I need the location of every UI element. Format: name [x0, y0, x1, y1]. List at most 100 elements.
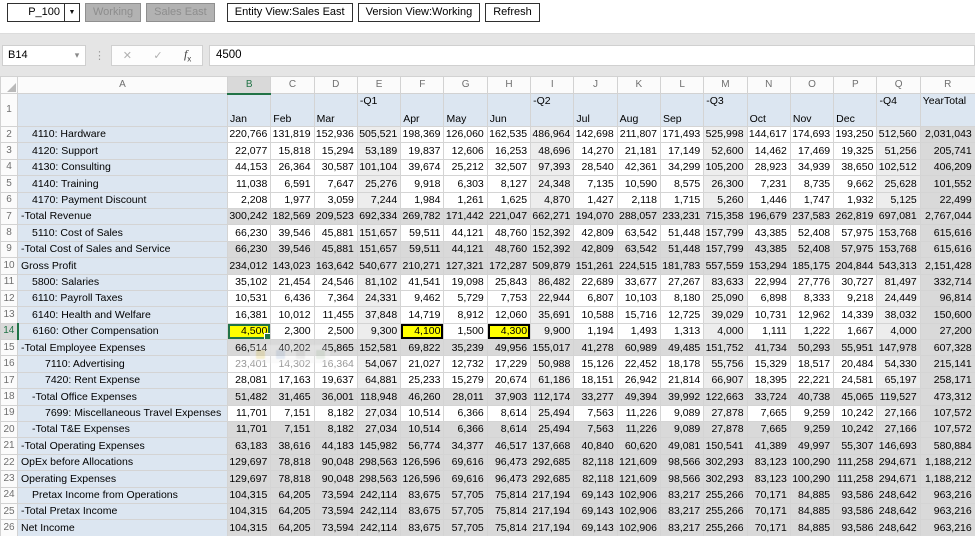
cell-K20[interactable]: 11,226 [616, 421, 661, 439]
cell-B12[interactable]: 10,531 [226, 289, 272, 308]
cell-A1[interactable] [17, 93, 228, 127]
cell-J6[interactable]: 1,427 [573, 191, 618, 209]
cell-D18[interactable]: 36,001 [313, 388, 358, 406]
row-header-22[interactable]: 22 [0, 453, 18, 472]
cell-O26[interactable]: 84,885 [789, 519, 835, 536]
cell-F9[interactable]: 59,511 [400, 240, 445, 259]
cell-A8[interactable]: 5110: Cost of Sales [17, 224, 228, 242]
cell-N10[interactable]: 153,294 [746, 257, 791, 275]
cell-B17[interactable]: 28,081 [226, 371, 272, 390]
refresh-button[interactable]: Refresh [485, 3, 540, 22]
cell-Q17[interactable]: 65,197 [876, 371, 921, 390]
cell-I7[interactable]: 662,271 [530, 207, 575, 226]
cell-F17[interactable]: 25,233 [400, 371, 445, 390]
cell-C25[interactable]: 64,205 [270, 502, 315, 521]
cell-A10[interactable]: Gross Profit [17, 257, 228, 275]
row-header-18[interactable]: 18 [0, 388, 18, 406]
row-header-2[interactable]: 2 [0, 125, 18, 144]
cell-H1[interactable]: Jun [486, 93, 532, 127]
cell-P15[interactable]: 55,951 [833, 339, 878, 357]
cell-R19[interactable]: 107,572 [919, 404, 975, 423]
cell-G24[interactable]: 57,705 [443, 486, 488, 504]
cell-M1[interactable]: -Q3 [703, 93, 748, 127]
cell-F14[interactable]: 4,100 [400, 322, 445, 341]
cell-A14[interactable]: 6160: Other Compensation [17, 322, 228, 341]
cell-C10[interactable]: 143,023 [270, 257, 315, 275]
cell-C20[interactable]: 7,151 [270, 421, 315, 439]
cell-H10[interactable]: 172,287 [486, 257, 532, 275]
cell-P2[interactable]: 193,250 [833, 125, 878, 144]
cell-F1[interactable]: Apr [400, 93, 445, 127]
cell-J4[interactable]: 28,540 [573, 158, 618, 177]
cell-I25[interactable]: 217,194 [530, 502, 575, 521]
cell-E23[interactable]: 298,563 [356, 470, 402, 488]
cell-O11[interactable]: 27,776 [789, 273, 835, 291]
cell-D23[interactable]: 90,048 [313, 470, 358, 488]
cell-B19[interactable]: 11,701 [226, 404, 272, 423]
cell-L8[interactable]: 51,448 [659, 224, 705, 242]
entity-view-button[interactable]: Entity View:Sales East [226, 3, 353, 22]
cell-G18[interactable]: 28,011 [443, 388, 488, 406]
cell-Q22[interactable]: 294,671 [876, 453, 921, 472]
cell-I6[interactable]: 4,870 [530, 191, 575, 209]
cell-L19[interactable]: 9,089 [659, 404, 705, 423]
cell-H5[interactable]: 8,127 [486, 175, 532, 193]
cell-R25[interactable]: 963,216 [919, 502, 975, 521]
cell-P10[interactable]: 204,844 [833, 257, 878, 275]
cell-Q4[interactable]: 102,512 [876, 158, 921, 177]
cell-F24[interactable]: 83,675 [400, 486, 445, 504]
cell-I9[interactable]: 152,392 [530, 240, 575, 259]
cell-R3[interactable]: 205,741 [919, 142, 975, 160]
cell-J8[interactable]: 42,809 [573, 224, 618, 242]
cell-L26[interactable]: 83,217 [659, 519, 705, 536]
cell-N9[interactable]: 43,385 [746, 240, 791, 259]
cell-L21[interactable]: 49,081 [659, 437, 705, 455]
cell-K10[interactable]: 224,515 [616, 257, 661, 275]
cell-N18[interactable]: 33,724 [746, 388, 791, 406]
cell-R22[interactable]: 1,188,212 [919, 453, 975, 472]
cell-G7[interactable]: 171,442 [443, 207, 488, 226]
cell-L1[interactable]: Sep [659, 93, 705, 127]
confirm-icon[interactable]: ✓ [153, 49, 162, 62]
cell-M24[interactable]: 255,266 [703, 486, 748, 504]
cell-M3[interactable]: 52,600 [703, 142, 748, 160]
chevron-down-icon[interactable]: ▼ [64, 4, 79, 21]
cell-A19[interactable]: 7699: Miscellaneous Travel Expenses [17, 404, 228, 423]
cell-Q3[interactable]: 51,256 [876, 142, 921, 160]
cell-B22[interactable]: 129,697 [226, 453, 272, 472]
cell-R17[interactable]: 258,171 [919, 371, 975, 390]
column-header-Q[interactable]: Q [876, 76, 921, 94]
cell-H22[interactable]: 96,473 [486, 453, 532, 472]
cell-N12[interactable]: 6,898 [746, 289, 791, 308]
cell-C8[interactable]: 39,546 [270, 224, 315, 242]
cell-F20[interactable]: 10,514 [400, 421, 445, 439]
cell-D2[interactable]: 152,936 [313, 125, 358, 144]
cell-K1[interactable]: Aug [616, 93, 661, 127]
cell-E25[interactable]: 242,114 [356, 502, 402, 521]
cell-M20[interactable]: 27,878 [703, 421, 748, 439]
cell-H4[interactable]: 32,507 [486, 158, 532, 177]
column-header-I[interactable]: I [530, 76, 575, 94]
row-header-13[interactable]: 13 [0, 306, 18, 324]
cell-C26[interactable]: 64,205 [270, 519, 315, 536]
cell-J11[interactable]: 22,689 [573, 273, 618, 291]
cell-F23[interactable]: 126,596 [400, 470, 445, 488]
cell-R14[interactable]: 27,200 [919, 322, 975, 341]
cell-F4[interactable]: 39,674 [400, 158, 445, 177]
cell-K9[interactable]: 63,542 [616, 240, 661, 259]
cell-E6[interactable]: 7,244 [356, 191, 402, 209]
cell-H15[interactable]: 49,956 [486, 339, 532, 357]
cell-B10[interactable]: 234,012 [226, 257, 272, 275]
cell-O5[interactable]: 8,735 [789, 175, 835, 193]
cell-I15[interactable]: 155,017 [530, 339, 575, 357]
cell-J23[interactable]: 82,118 [573, 470, 618, 488]
cell-C4[interactable]: 26,364 [270, 158, 315, 177]
cell-P5[interactable]: 9,662 [833, 175, 878, 193]
cell-D10[interactable]: 163,642 [313, 257, 358, 275]
cell-G8[interactable]: 44,121 [443, 224, 488, 242]
column-header-P[interactable]: P [833, 76, 878, 94]
cell-C3[interactable]: 15,818 [270, 142, 315, 160]
cell-F6[interactable]: 1,984 [400, 191, 445, 209]
cell-J17[interactable]: 18,151 [573, 371, 618, 390]
chevron-down-icon[interactable]: ▾ [69, 50, 85, 61]
